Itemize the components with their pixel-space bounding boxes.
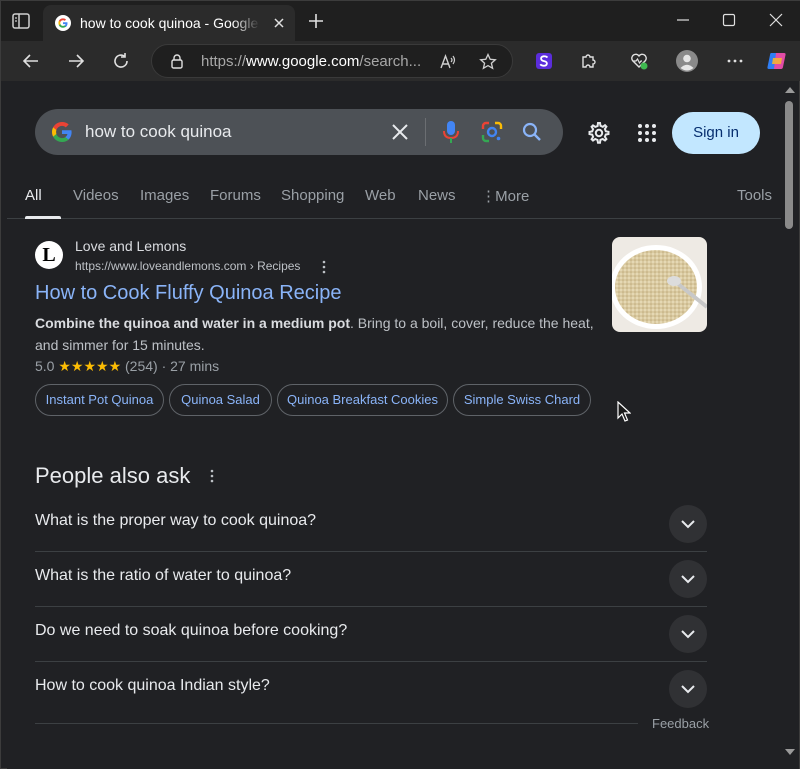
- mouse-cursor-icon: [617, 401, 631, 422]
- title-bar: how to cook quinoa - Google Search: [1, 1, 800, 41]
- tab-forums[interactable]: Forums: [210, 187, 261, 204]
- tab-title: how to cook quinoa - Google Search: [80, 15, 260, 31]
- address-bar[interactable]: https://www.google.com/search...: [151, 44, 513, 78]
- site-url[interactable]: https://www.loveandlemons.com › Recipes: [75, 259, 300, 273]
- paa-question[interactable]: What is the proper way to cook quinoa?: [35, 497, 707, 552]
- result-snippet: Combine the quinoa and water in a medium…: [35, 315, 594, 353]
- search-icon[interactable]: [521, 121, 543, 143]
- tab-news[interactable]: News: [418, 187, 456, 204]
- chevron-down-icon: [681, 630, 695, 639]
- paa-question[interactable]: How to cook quinoa Indian style?: [35, 662, 707, 717]
- site-favicon[interactable]: L: [35, 241, 63, 269]
- profile-avatar-icon[interactable]: [676, 50, 698, 72]
- quinoa-bowl-image: [612, 237, 707, 332]
- tab-images[interactable]: Images: [140, 187, 189, 204]
- maximize-icon[interactable]: [720, 11, 738, 29]
- result-rating: 5.0 ★★★★★ (254) · 27 mins: [35, 358, 219, 375]
- sidebar-toggle-icon[interactable]: [11, 11, 31, 31]
- active-tab-indicator: [25, 216, 61, 219]
- tab-shopping[interactable]: Shopping: [281, 187, 344, 204]
- related-chip[interactable]: Quinoa Salad: [169, 384, 272, 416]
- health-heart-icon[interactable]: [629, 51, 649, 71]
- paa-question-text: What is the proper way to cook quinoa?: [35, 512, 317, 529]
- expand-button[interactable]: [669, 670, 707, 708]
- refresh-icon[interactable]: [111, 51, 131, 71]
- paa-question-text: Do we need to soak quinoa before cooking…: [35, 622, 348, 639]
- tab-more-label: More: [495, 188, 530, 205]
- people-also-ask-heading: People also ask: [35, 463, 191, 488]
- star-icon[interactable]: [479, 53, 497, 71]
- google-favicon: [55, 15, 71, 31]
- expand-button[interactable]: [669, 505, 707, 543]
- expand-button[interactable]: [669, 615, 707, 653]
- tab-videos[interactable]: Videos: [73, 187, 119, 204]
- back-arrow-icon[interactable]: [21, 51, 41, 71]
- microphone-icon[interactable]: [441, 120, 461, 144]
- forward-arrow-icon[interactable]: [66, 51, 86, 71]
- star-rating-icon: ★★★★★: [58, 358, 122, 374]
- tab-web[interactable]: Web: [365, 187, 396, 204]
- paa-question[interactable]: What is the ratio of water to quinoa?: [35, 552, 707, 607]
- browser-window: how to cook quinoa - Google Search: [0, 0, 800, 769]
- plus-icon[interactable]: [306, 11, 326, 31]
- paa-question[interactable]: Do we need to soak quinoa before cooking…: [35, 607, 707, 662]
- close-window-icon[interactable]: [767, 11, 785, 29]
- result-title-link[interactable]: How to Cook Fluffy Quinoa Recipe: [35, 282, 341, 305]
- vertical-scrollbar[interactable]: [781, 81, 799, 769]
- google-g-icon: [52, 122, 72, 142]
- result-thumbnail[interactable]: [612, 237, 707, 332]
- close-icon[interactable]: [270, 14, 288, 32]
- expand-button[interactable]: [669, 560, 707, 598]
- minimize-icon[interactable]: [674, 11, 692, 29]
- browser-toolbar: https://www.google.com/search...: [1, 41, 800, 81]
- scroll-up-arrow-icon[interactable]: [785, 87, 795, 93]
- scroll-down-arrow-icon[interactable]: [785, 749, 795, 755]
- more-dots-icon[interactable]: [725, 51, 745, 71]
- chevron-down-icon: [681, 685, 695, 694]
- chevron-down-icon: [681, 520, 695, 529]
- gear-icon[interactable]: [587, 121, 611, 145]
- page-viewport: how to cook quinoa Sign in All Videos Im…: [7, 81, 781, 769]
- url-text: https://www.google.com/search...: [201, 53, 422, 70]
- scroll-thumb[interactable]: [785, 101, 793, 229]
- site-name[interactable]: Love and Lemons: [75, 238, 186, 254]
- tab-all[interactable]: All: [25, 187, 42, 204]
- review-count: (254): [125, 358, 158, 374]
- related-chip[interactable]: Simple Swiss Chard: [453, 384, 591, 416]
- rating-value: 5.0: [35, 358, 55, 374]
- browser-tab[interactable]: how to cook quinoa - Google Search: [43, 5, 295, 41]
- lock-icon[interactable]: [169, 53, 185, 69]
- related-chip[interactable]: Instant Pot Quinoa: [35, 384, 164, 416]
- search-input[interactable]: how to cook quinoa: [85, 122, 232, 142]
- google-lens-icon[interactable]: [480, 120, 504, 144]
- copilot-icon[interactable]: [765, 49, 789, 73]
- divider: [425, 118, 426, 146]
- read-aloud-icon[interactable]: [439, 53, 457, 71]
- sign-in-button[interactable]: Sign in: [672, 112, 760, 154]
- apps-grid-icon[interactable]: [637, 123, 657, 143]
- paa-question-text: What is the ratio of water to quinoa?: [35, 567, 292, 584]
- puzzle-icon[interactable]: [579, 51, 599, 71]
- extension-s-icon[interactable]: [534, 51, 554, 71]
- paa-question-text: How to cook quinoa Indian style?: [35, 677, 270, 694]
- tab-more[interactable]: ⋮ More: [481, 187, 529, 205]
- search-box[interactable]: how to cook quinoa: [35, 109, 563, 155]
- clear-icon[interactable]: [390, 122, 410, 142]
- vertical-dots-icon[interactable]: [320, 260, 328, 274]
- divider: [35, 723, 638, 724]
- search-nav-tabs: All Videos Images Forums Shopping Web Ne…: [7, 175, 781, 219]
- feedback-link[interactable]: Feedback: [652, 716, 709, 731]
- tools-button[interactable]: Tools: [737, 187, 772, 204]
- related-chip[interactable]: Quinoa Breakfast Cookies: [277, 384, 448, 416]
- vertical-dots-icon[interactable]: [208, 469, 216, 483]
- cook-time: · 27 mins: [161, 358, 220, 374]
- chevron-down-icon: [681, 575, 695, 584]
- vertical-dots-icon: ⋮: [481, 188, 496, 205]
